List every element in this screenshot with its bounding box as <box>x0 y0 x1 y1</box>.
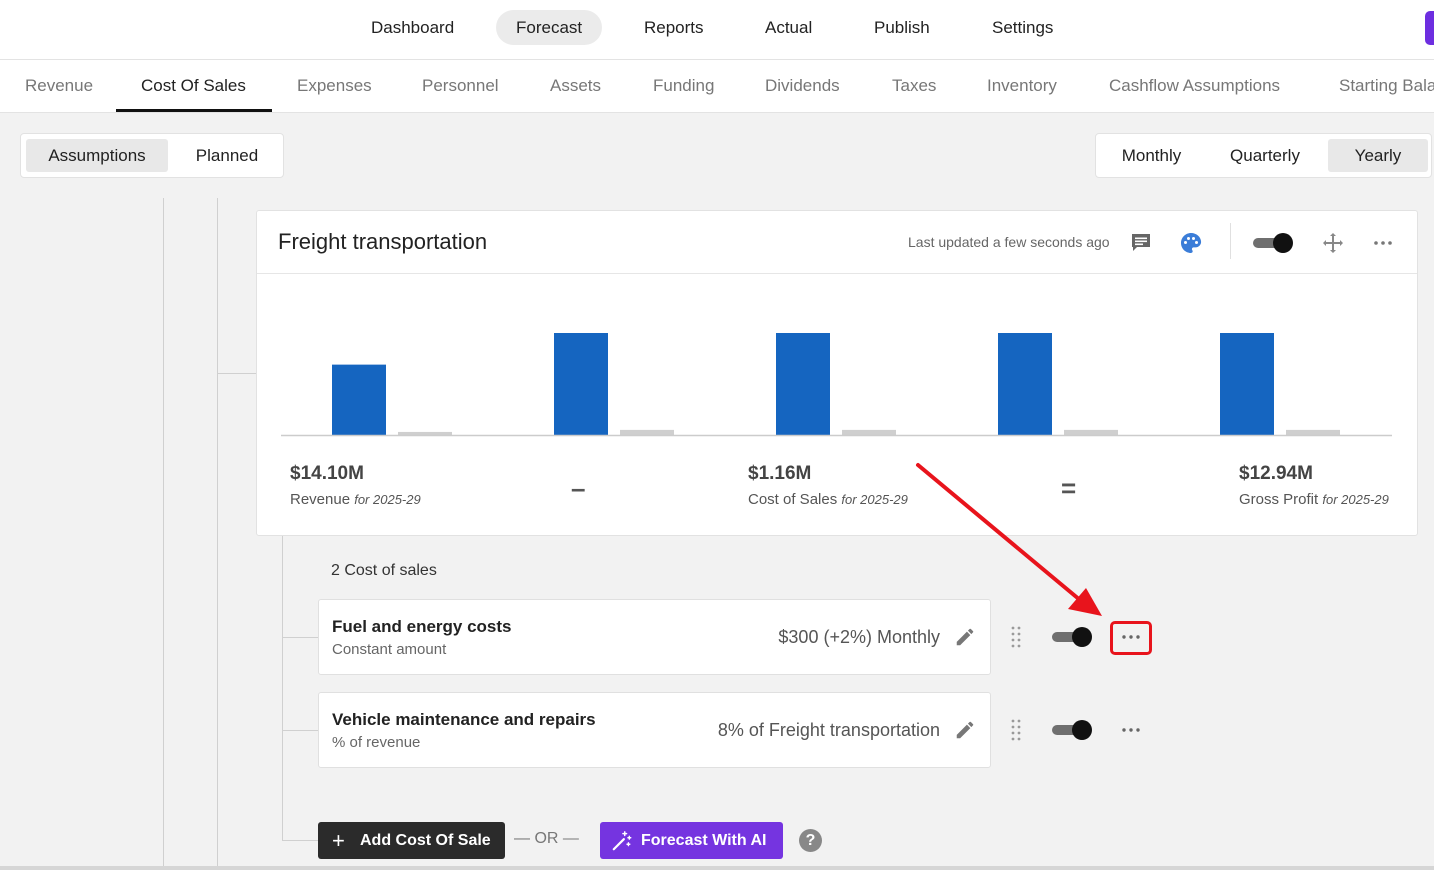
bottom-scrollbar[interactable] <box>0 866 1434 870</box>
tree-line <box>217 198 218 866</box>
item-value: 8% of Freight transportation <box>717 720 940 740</box>
cost-item-row[interactable]: Vehicle maintenance and repairs % of rev… <box>318 692 991 768</box>
add-cost-label: Add Cost Of Sale <box>360 832 491 849</box>
nav-dashboard[interactable]: Dashboard <box>351 10 474 45</box>
revenue-label: Revenue <box>290 491 351 508</box>
view-toggle: Assumptions Planned <box>20 133 284 178</box>
items-count: 2 Cost of sales <box>331 562 437 579</box>
tab-personnel[interactable]: Personnel <box>422 60 499 112</box>
monthly-option[interactable]: Monthly <box>1104 139 1199 172</box>
cost-summary: $1.16M Cost of Sales for 2025-29 <box>748 463 908 508</box>
yearly-option[interactable]: Yearly <box>1328 139 1428 172</box>
top-nav: Dashboard Forecast Reports Actual Publis… <box>0 0 1434 60</box>
last-updated: Last updated a few seconds ago <box>908 234 1110 250</box>
or-separator: — OR — <box>514 830 579 847</box>
equals-operator: = <box>1061 473 1077 503</box>
bar-secondary <box>842 429 896 435</box>
cost-period: for 2025-29 <box>841 492 908 507</box>
tab-starting-balances[interactable]: Starting Bala <box>1339 60 1434 112</box>
nav-settings[interactable]: Settings <box>972 10 1073 45</box>
add-cost-of-sale-button[interactable]: + Add Cost Of Sale <box>318 822 505 859</box>
plus-icon: + <box>332 828 345 853</box>
bar-primary <box>554 333 608 435</box>
cost-item-row[interactable]: Fuel and energy costs Constant amount $3… <box>318 599 991 675</box>
cost-chart <box>281 333 1392 437</box>
highlight-box <box>1110 621 1152 655</box>
item-type: Constant amount <box>332 641 447 658</box>
magic-wand-icon <box>612 831 632 851</box>
forecast-with-ai-button[interactable]: Forecast With AI <box>600 822 783 859</box>
item-name: Vehicle maintenance and repairs <box>332 710 596 729</box>
tree-line <box>282 536 283 841</box>
profit-value: $12.94M <box>1239 463 1313 484</box>
tab-dividends[interactable]: Dividends <box>765 60 840 112</box>
bar-primary <box>998 333 1052 435</box>
bar-primary <box>776 333 830 435</box>
tab-cost-of-sales[interactable]: Cost Of Sales <box>141 60 246 112</box>
profit-period: for 2025-29 <box>1322 492 1389 507</box>
tree-line <box>217 373 257 374</box>
revenue-period: for 2025-29 <box>354 492 421 507</box>
tab-assets[interactable]: Assets <box>550 60 601 112</box>
tab-funding[interactable]: Funding <box>653 60 714 112</box>
tree-line <box>163 198 164 866</box>
period-toggle: Monthly Quarterly Yearly <box>1095 133 1432 178</box>
comment-icon[interactable] <box>1129 231 1153 255</box>
item-type: % of revenue <box>332 734 421 751</box>
bar-secondary <box>1286 429 1340 435</box>
card-enable-toggle[interactable] <box>1253 232 1293 254</box>
card-header: Freight transportation Last updated a fe… <box>257 211 1417 274</box>
drag-handle-icon[interactable] <box>1010 718 1022 742</box>
help-icon[interactable]: ? <box>799 829 822 852</box>
nav-forecast[interactable]: Forecast <box>496 10 603 45</box>
profit-summary: $12.94M Gross Profit for 2025-29 <box>1239 463 1389 508</box>
more-options-icon[interactable] <box>1371 231 1395 255</box>
freight-transportation-card: Freight transportation Last updated a fe… <box>256 210 1418 536</box>
bar-secondary <box>398 431 452 435</box>
upgrade-tab[interactable] <box>1425 11 1434 45</box>
nav-actual[interactable]: Actual <box>745 10 832 45</box>
edit-pencil-icon[interactable] <box>954 719 976 741</box>
minus-operator: – <box>571 473 586 503</box>
bar-primary <box>332 364 386 435</box>
forecast-ai-label: Forecast With AI <box>641 832 767 849</box>
tab-taxes[interactable]: Taxes <box>892 60 936 112</box>
revenue-value: $14.10M <box>290 463 364 484</box>
tree-line <box>282 840 318 841</box>
cost-value: $1.16M <box>748 463 812 484</box>
cost-label: Cost of Sales <box>748 491 838 508</box>
tab-revenue[interactable]: Revenue <box>25 60 93 112</box>
card-title: Freight transportation <box>278 229 488 254</box>
item-value: $300 (+2%) Monthly <box>778 627 940 647</box>
item-enable-toggle[interactable] <box>1052 626 1092 648</box>
quarterly-option[interactable]: Quarterly <box>1210 139 1320 172</box>
edit-pencil-icon[interactable] <box>954 626 976 648</box>
tree-line <box>282 637 318 638</box>
palette-icon[interactable] <box>1179 231 1203 255</box>
tab-inventory[interactable]: Inventory <box>987 60 1057 112</box>
tree-line <box>282 730 318 731</box>
move-icon[interactable] <box>1321 231 1345 255</box>
profit-label: Gross Profit <box>1239 491 1319 508</box>
header-divider <box>1230 223 1231 259</box>
sub-nav: Revenue Cost Of Sales Expenses Personnel… <box>0 60 1434 113</box>
tab-cashflow-assumptions[interactable]: Cashflow Assumptions <box>1109 60 1280 112</box>
item-enable-toggle[interactable] <box>1052 719 1092 741</box>
nav-publish[interactable]: Publish <box>854 10 950 45</box>
tab-expenses[interactable]: Expenses <box>297 60 372 112</box>
assumptions-option[interactable]: Assumptions <box>26 139 168 172</box>
nav-reports[interactable]: Reports <box>624 10 724 45</box>
bar-secondary <box>1064 429 1118 435</box>
bar-primary <box>1220 333 1274 435</box>
item-name: Fuel and energy costs <box>332 617 512 636</box>
planned-option[interactable]: Planned <box>172 139 282 172</box>
bar-secondary <box>620 429 674 435</box>
revenue-summary: $14.10M Revenue for 2025-29 <box>290 463 421 508</box>
active-tab-underline <box>116 109 272 112</box>
item-more-icon[interactable] <box>1119 724 1143 736</box>
drag-handle-icon[interactable] <box>1010 625 1022 649</box>
